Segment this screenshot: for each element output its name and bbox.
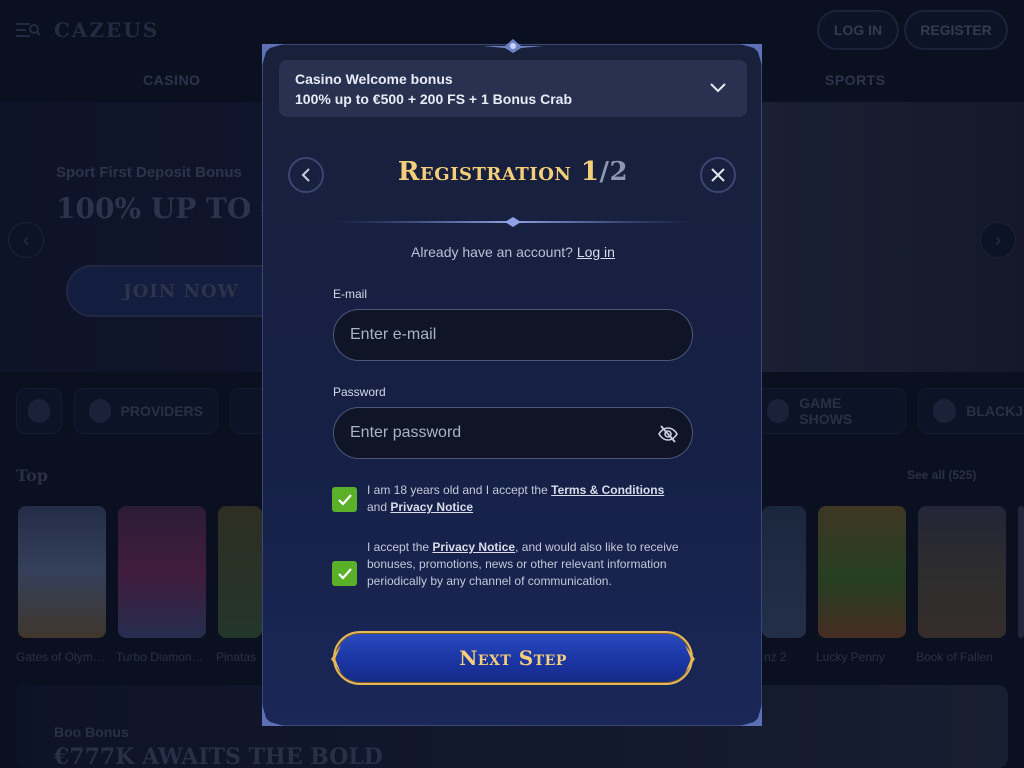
email-label: E-mail (333, 287, 368, 301)
check-icon (337, 493, 352, 506)
corner-ornament (740, 704, 762, 726)
age-terms-text: I am 18 years old and I accept the Terms… (367, 482, 687, 516)
bonus-title: Casino Welcome bonus (295, 71, 453, 87)
registration-step-total: /2 (599, 157, 629, 187)
registration-modal: Casino Welcome bonus 100% up to €500 + 2… (262, 39, 763, 726)
age-terms-checkbox[interactable] (332, 487, 357, 512)
next-step-button[interactable]: Next Step (331, 631, 695, 685)
marketing-text-before: I accept the (367, 540, 430, 554)
close-button[interactable] (700, 157, 736, 193)
marketing-consent-checkbox[interactable] (332, 561, 357, 586)
have-account-text: Already have an account? (411, 244, 573, 260)
password-label: Password (333, 385, 386, 399)
bonus-selector[interactable]: Casino Welcome bonus 100% up to €500 + 2… (279, 60, 747, 117)
email-input[interactable] (350, 326, 640, 344)
login-link[interactable]: Log in (577, 244, 615, 260)
privacy-notice-link[interactable]: Privacy Notice (390, 500, 473, 514)
registration-title: Registration 1/2 (263, 157, 763, 187)
age-terms-text-before: I am 18 years old and I accept the (367, 483, 548, 497)
password-input[interactable] (350, 424, 640, 442)
password-field[interactable] (333, 407, 693, 459)
button-wing-ornament (685, 645, 695, 673)
next-step-label: Next Step (459, 646, 567, 670)
crest-ornament (483, 39, 543, 53)
registration-title-main: Registration 1 (397, 157, 600, 187)
bonus-detail: 100% up to €500 + 200 FS + 1 Bonus Crab (295, 91, 572, 107)
marketing-consent-text: I accept the Privacy Notice, and would a… (367, 539, 687, 590)
have-account-line: Already have an account? Log in (263, 244, 763, 260)
privacy-notice-link[interactable]: Privacy Notice (432, 540, 515, 554)
email-field[interactable] (333, 309, 693, 361)
age-terms-text-and: and (367, 500, 388, 514)
title-divider-ornament (333, 217, 693, 227)
button-wing-ornament (331, 645, 341, 673)
check-icon (337, 567, 352, 580)
terms-conditions-link[interactable]: Terms & Conditions (551, 483, 664, 497)
corner-ornament (262, 704, 284, 726)
eye-off-icon[interactable] (658, 424, 678, 444)
close-icon (711, 168, 725, 182)
chevron-down-icon[interactable] (709, 80, 727, 94)
